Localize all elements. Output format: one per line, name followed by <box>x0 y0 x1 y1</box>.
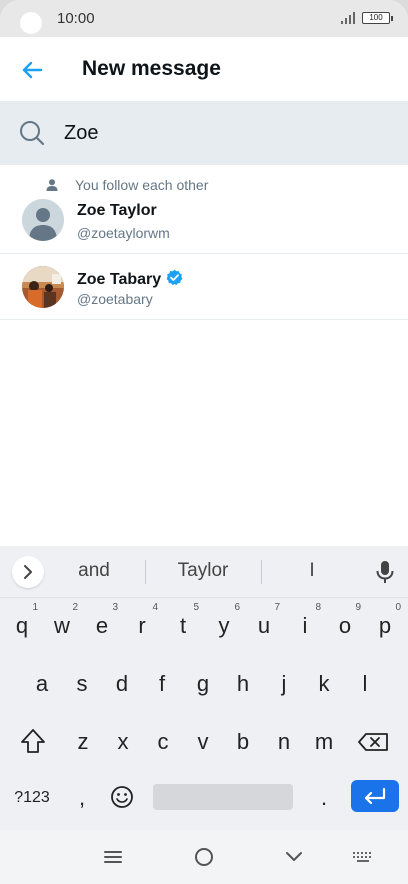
key-label: t <box>179 613 187 638</box>
key-m[interactable]: m <box>304 720 344 764</box>
key-f[interactable]: f <box>142 662 182 706</box>
key-label: q <box>15 613 29 638</box>
avatar <box>22 199 64 241</box>
suggestion-divider <box>145 560 146 584</box>
profile-photo <box>22 266 64 308</box>
suggestion-1[interactable]: and <box>58 560 130 582</box>
key-s[interactable]: s <box>62 662 102 706</box>
key-period[interactable]: . <box>304 776 344 820</box>
key-label: i <box>302 613 308 638</box>
key-k[interactable]: k <box>304 662 344 706</box>
key-label: p <box>378 613 392 638</box>
phone-screen: 10:00 100 New message You follow each ot… <box>0 0 408 884</box>
key-z[interactable]: z <box>63 720 103 764</box>
page-title: New message <box>82 57 221 80</box>
key-p[interactable]: p0 <box>365 602 405 648</box>
key-n[interactable]: n <box>264 720 304 764</box>
symbols-key[interactable]: ?123 <box>6 776 58 820</box>
key-label: w <box>54 613 70 638</box>
social-context: You follow each other <box>45 177 208 193</box>
search-bar <box>0 101 408 165</box>
key-v[interactable]: v <box>183 720 223 764</box>
user-name-row: Zoe Tabary <box>77 269 183 289</box>
key-d[interactable]: d <box>102 662 142 706</box>
key-hint: 7 <box>274 602 280 613</box>
list-item[interactable]: You follow each other Zoe Taylor @zoetay… <box>0 165 408 254</box>
key-hint: 4 <box>152 602 158 613</box>
enter-button[interactable] <box>351 780 399 812</box>
user-handle: @zoetabary <box>77 291 153 307</box>
key-hint: 8 <box>315 602 321 613</box>
key-q[interactable]: q1 <box>2 602 42 648</box>
social-context-text: You follow each other <box>75 177 209 193</box>
enter-icon <box>364 787 386 805</box>
key-t[interactable]: t5 <box>163 602 203 648</box>
key-x[interactable]: x <box>103 720 143 764</box>
chevron-right-icon <box>24 565 32 579</box>
avatar <box>22 266 64 308</box>
key-label: o <box>338 613 352 638</box>
key-label: y <box>218 613 230 638</box>
on-screen-keyboard: and Taylor I q1 w2 e3 r4 t5 y6 u7 i8 o9 … <box>0 546 408 830</box>
keyboard-icon[interactable] <box>350 844 376 870</box>
key-label: e <box>95 613 109 638</box>
suggestion-3[interactable]: I <box>272 560 352 582</box>
home-icon[interactable] <box>191 844 217 870</box>
menu-icon[interactable] <box>100 844 126 870</box>
key-label: u <box>257 613 271 638</box>
user-name: Zoe Tabary <box>77 271 162 288</box>
default-avatar-icon <box>22 199 64 241</box>
key-hint: 2 <box>72 602 78 613</box>
key-hint: 5 <box>193 602 199 613</box>
key-hint: 6 <box>234 602 240 613</box>
microphone-icon[interactable] <box>372 559 398 585</box>
back-arrow-icon[interactable] <box>17 55 47 85</box>
key-u[interactable]: u7 <box>244 602 284 648</box>
search-input[interactable] <box>64 119 384 147</box>
camera-cutout <box>20 12 42 34</box>
key-h[interactable]: h <box>223 662 263 706</box>
status-time: 10:00 <box>57 10 95 27</box>
backspace-icon[interactable] <box>354 720 394 764</box>
key-c[interactable]: c <box>143 720 183 764</box>
key-r[interactable]: r4 <box>122 602 162 648</box>
signal-icon <box>341 12 355 24</box>
key-o[interactable]: o9 <box>325 602 365 648</box>
list-item[interactable]: Zoe Tabary @zoetabary <box>0 254 408 320</box>
battery-icon: 100 <box>362 12 393 24</box>
key-comma[interactable]: , <box>62 776 102 820</box>
verified-badge-icon <box>166 269 183 286</box>
status-bar: 10:00 100 <box>0 0 408 37</box>
key-hint: 3 <box>112 602 118 613</box>
key-g[interactable]: g <box>183 662 223 706</box>
app-header: New message <box>0 37 408 101</box>
key-l[interactable]: l <box>345 662 385 706</box>
suggestion-2[interactable]: Taylor <box>160 560 246 582</box>
emoji-icon[interactable] <box>102 776 142 820</box>
search-icon <box>20 121 45 146</box>
key-j[interactable]: j <box>264 662 304 706</box>
suggestion-divider <box>261 560 262 584</box>
system-nav-bar <box>0 830 408 884</box>
key-e[interactable]: e3 <box>82 602 122 648</box>
chevron-down-icon[interactable] <box>281 844 307 870</box>
key-hint: 9 <box>355 602 361 613</box>
shift-icon[interactable] <box>13 720 53 764</box>
user-name: Zoe Taylor <box>77 202 157 219</box>
key-b[interactable]: b <box>223 720 263 764</box>
expand-toolbar-button[interactable] <box>12 556 44 588</box>
key-y[interactable]: y6 <box>204 602 244 648</box>
person-icon <box>46 179 58 191</box>
key-i[interactable]: i8 <box>285 602 325 648</box>
key-hint: 0 <box>395 602 401 613</box>
space-bar[interactable] <box>153 784 293 810</box>
key-label: r <box>138 613 146 638</box>
key-hint: 1 <box>32 602 38 613</box>
suggestion-bar: and Taylor I <box>0 546 408 598</box>
key-w[interactable]: w2 <box>42 602 82 648</box>
key-a[interactable]: a <box>22 662 62 706</box>
user-handle: @zoetaylorwm <box>77 225 170 241</box>
